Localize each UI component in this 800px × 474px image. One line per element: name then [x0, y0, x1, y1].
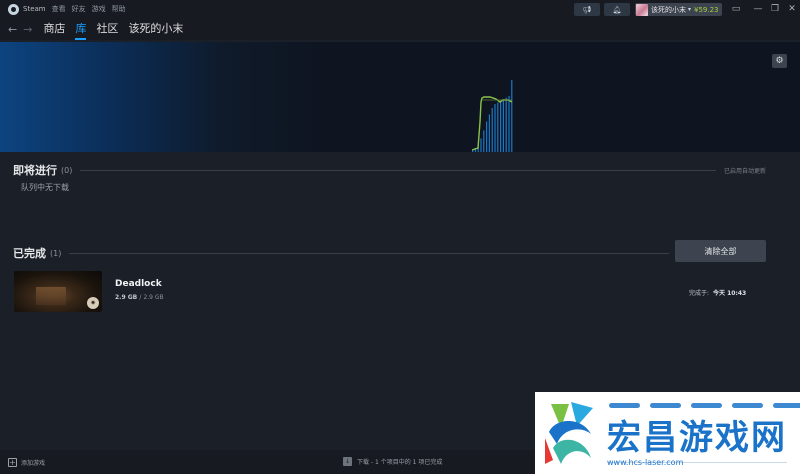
queue-empty-text: 队列中无下载 [21, 183, 69, 192]
bell-icon: 🔔︎ [612, 5, 622, 14]
completed-count: (1) [50, 248, 62, 258]
watermark-decoration [609, 403, 800, 408]
game-size: 2.9 GB / 2.9 GB [115, 294, 164, 301]
graph-bar [505, 97, 507, 152]
graph-bar [502, 99, 504, 152]
menu-friends[interactable]: 好友 [72, 4, 86, 14]
watermark-logo-icon [541, 398, 603, 470]
download-status[interactable]: 下载 - 1 个项目中的 1 项已完成 [357, 457, 442, 466]
menu-games[interactable]: 游戏 [92, 4, 106, 14]
graph-bar [497, 102, 499, 152]
completed-time: 完成于: 今天 10:43 [689, 288, 746, 297]
nav-profile[interactable]: 该死的小末 [128, 20, 183, 38]
download-graph-chart [471, 80, 513, 152]
completed-time-label: 完成于: [689, 290, 710, 297]
account-name: 该死的小末 [651, 5, 686, 14]
game-logo-icon: ✷ [87, 297, 99, 309]
downloaded-size: 2.9 GB [115, 294, 138, 301]
completed-section-header: 已完成 (1) [13, 245, 669, 261]
download-graph: ⚙ [0, 42, 800, 152]
add-game-button[interactable]: 添加游戏 [21, 458, 45, 467]
nav-store[interactable]: 商店 [43, 20, 65, 38]
completed-title: 已完成 [13, 247, 46, 260]
menu-steam[interactable]: Steam [23, 5, 46, 13]
nav-library[interactable]: 库 [75, 20, 87, 40]
steam-logo-icon[interactable] [8, 3, 19, 15]
chevron-down-icon: ▾ [688, 6, 692, 13]
watermark: 宏昌游戏网 www.hcs-laser.com [535, 392, 800, 474]
account-menu-button[interactable]: 该死的小末 ▾ ¥59.23 [635, 3, 722, 16]
download-item[interactable]: ✷ Deadlock 2.9 GB / 2.9 GB 完成于: 今天 10:43 [14, 271, 766, 312]
add-game-icon[interactable]: + [8, 457, 17, 467]
graph-bar [486, 121, 488, 152]
menu-help[interactable]: 帮助 [112, 4, 126, 14]
gear-icon: ⚙ [775, 56, 784, 66]
notifications-button[interactable]: 🔔︎ [604, 3, 630, 16]
back-arrow-icon[interactable]: ← [8, 23, 17, 36]
megaphone-icon: 📢︎ [582, 5, 592, 14]
clear-all-button[interactable]: 清除全部 [675, 240, 766, 262]
size-separator: / [139, 294, 142, 301]
auto-update-note: 已启用自动更新 [723, 167, 766, 175]
forward-arrow-icon[interactable]: → [23, 23, 32, 36]
divider [69, 252, 669, 254]
avatar [636, 3, 648, 16]
completed-time-value: 今天 10:43 [713, 290, 747, 297]
total-size: 2.9 GB [143, 294, 164, 301]
graph-bar [472, 150, 474, 152]
graph-bar [500, 100, 502, 152]
wallet-balance: ¥59.23 [694, 5, 719, 14]
game-thumbnail[interactable]: ✷ [14, 271, 102, 312]
menu-view[interactable]: 查看 [52, 4, 66, 14]
menu-bar: Steam 查看 好友 游戏 帮助 📢︎ 🔔︎ 该死的小末 ▾ ¥59.23 ▭… [0, 0, 800, 18]
watermark-title: 宏昌游戏网 [607, 418, 787, 458]
broadcast-button[interactable]: 📢︎ [574, 3, 600, 16]
divider [80, 169, 716, 171]
close-icon[interactable]: ✕ [785, 3, 799, 15]
graph-settings-button[interactable]: ⚙ [772, 54, 787, 68]
upcoming-count: (0) [61, 165, 73, 175]
nav-community[interactable]: 社区 [96, 20, 118, 38]
graph-bar [494, 104, 496, 152]
graph-bar [488, 114, 490, 152]
graph-bar [508, 96, 510, 152]
download-status-icon[interactable]: ↓ [343, 457, 352, 466]
graph-bar [491, 108, 493, 152]
watermark-url: www.hcs-laser.com [607, 458, 684, 467]
nav-bar: ← → 商店 库 社区 该死的小末 [0, 18, 800, 40]
upcoming-section-header: 即将进行 (0) 已启用自动更新 [13, 162, 766, 178]
maximize-icon[interactable]: ❐ [768, 3, 782, 15]
graph-bar [483, 130, 485, 152]
upcoming-title: 即将进行 [13, 164, 57, 177]
minimize-icon[interactable]: — [751, 3, 765, 15]
graph-bar [511, 80, 513, 152]
game-name[interactable]: Deadlock [115, 279, 162, 289]
graph-bar [480, 138, 482, 152]
big-picture-icon[interactable]: ▭ [729, 3, 743, 15]
